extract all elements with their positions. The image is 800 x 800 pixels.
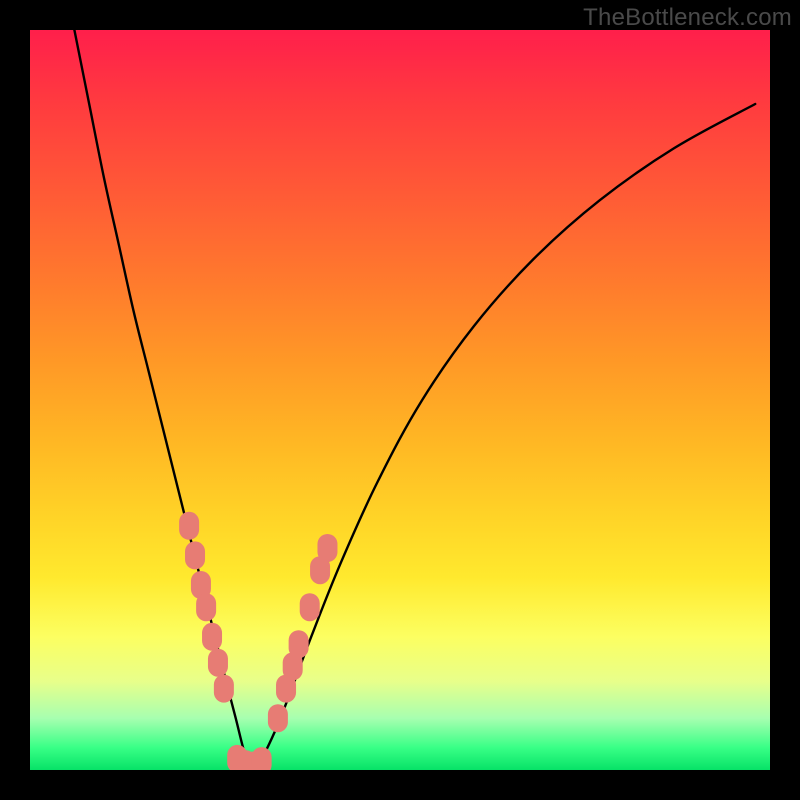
data-marker [185, 541, 205, 569]
data-marker [317, 534, 337, 562]
data-marker [268, 704, 288, 732]
watermark-text: TheBottleneck.com [583, 4, 792, 32]
data-marker [179, 512, 199, 540]
data-marker [202, 623, 222, 651]
plot-area [30, 30, 770, 770]
bottleneck-curve [74, 30, 755, 767]
data-marker [208, 649, 228, 677]
data-marker [289, 630, 309, 658]
chart-frame: TheBottleneck.com [0, 0, 800, 800]
data-marker [252, 747, 272, 770]
curve-layer [30, 30, 770, 770]
data-marker [196, 593, 216, 621]
data-marker [214, 675, 234, 703]
data-marker [300, 593, 320, 621]
